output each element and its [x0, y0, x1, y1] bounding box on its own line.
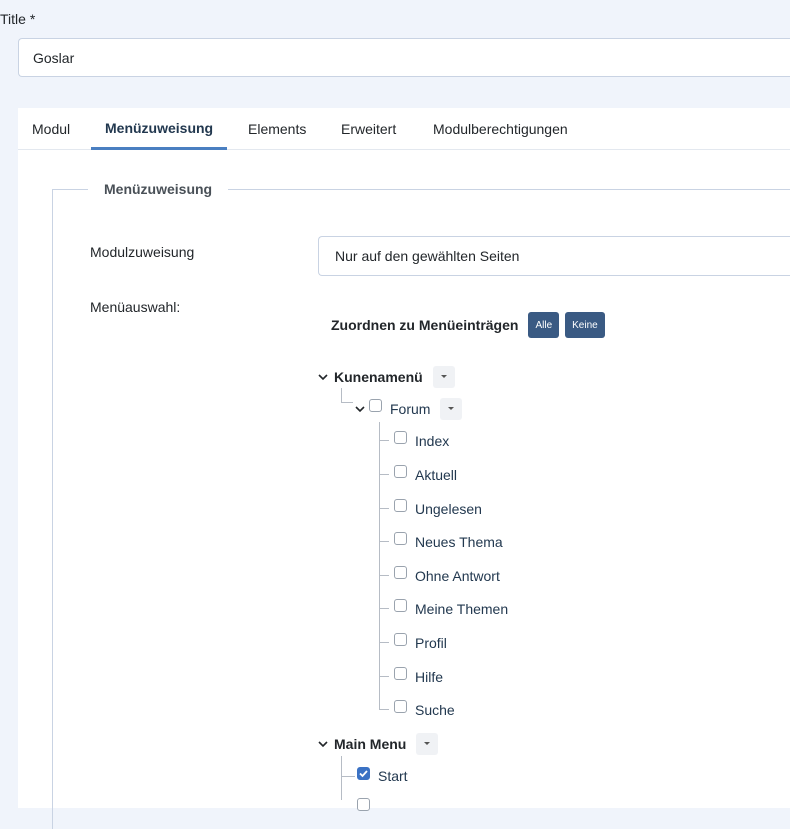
assign-row: Zuordnen zu Menüeinträgen Alle Keine: [331, 312, 605, 338]
menu-item-label: Aktuell: [415, 467, 458, 483]
list-item: Suche: [394, 699, 455, 718]
caret-down-icon: [424, 742, 431, 745]
main-dropdown-button[interactable]: [416, 733, 439, 755]
tab-erweitert[interactable]: Erweitert: [341, 108, 396, 150]
chevron-down-icon[interactable]: [355, 404, 365, 414]
tree-tick: [379, 676, 389, 677]
list-item: Ungelesen: [394, 498, 482, 517]
caret-down-icon: [440, 375, 447, 378]
tree-line-main: [341, 756, 342, 800]
menu-group-main: Main Menu: [318, 733, 439, 755]
tree-tick: [379, 474, 389, 475]
tree-tick: [379, 541, 389, 542]
list-item: Aktuell: [394, 464, 458, 483]
tab-bar: Modul Menüzuweisung Elements Erweitert M…: [18, 108, 790, 150]
select-all-button[interactable]: Alle: [528, 312, 560, 338]
tab-modul[interactable]: Modul: [32, 108, 70, 150]
menu-item-label: Index: [415, 433, 450, 449]
title-value: Goslar: [33, 49, 75, 66]
kunena-dropdown-button[interactable]: [432, 366, 455, 388]
menu-group-kunena: Kunenamenü: [318, 366, 455, 388]
tab-menuzuweisung[interactable]: Menüzuweisung: [91, 108, 228, 150]
menu-item-label: Meine Themen: [415, 601, 509, 617]
menu-group-kunena-name: Kunenamenü: [334, 369, 423, 385]
menu-item-checkbox[interactable]: [394, 531, 407, 545]
menu-item-checkbox[interactable]: [394, 430, 407, 444]
tree-tick-forum: [341, 402, 353, 403]
menu-item-checkbox[interactable]: [394, 464, 407, 478]
list-item: Neues Thema: [394, 531, 503, 550]
assign-title: Zuordnen zu Menüeinträgen: [331, 317, 519, 333]
menu-group-main-name: Main Menu: [334, 736, 407, 752]
menu-selection-label: Menüauswahl:: [90, 299, 181, 315]
menu-item-label: Profil: [415, 635, 447, 651]
tree-tick: [379, 508, 389, 509]
menu-item-label: Hilfe: [415, 669, 444, 685]
fieldset-legend: Menüzuweisung: [88, 181, 229, 197]
tree-tick: [379, 440, 389, 441]
menu-item-label: Neues Thema: [415, 534, 503, 550]
menu-item-checkbox[interactable]: [394, 565, 407, 579]
module-assignment-select[interactable]: Nur auf den gewählten Seiten: [318, 236, 790, 276]
menu-item-label: Start: [378, 768, 408, 784]
forum-checkbox[interactable]: [369, 398, 382, 412]
module-assignment-label: Modulzuweisung: [90, 244, 195, 260]
menu-item-label: Suche: [415, 702, 455, 718]
caret-down-icon: [448, 407, 455, 410]
forum-row: Forum: [355, 398, 463, 420]
title-input[interactable]: Goslar: [18, 38, 790, 77]
tree-tick: [379, 709, 389, 710]
tree-tick: [341, 776, 355, 777]
menu-item-checkbox[interactable]: [394, 498, 407, 512]
list-item: Profil: [394, 632, 447, 651]
tree-line-kunena: [341, 388, 342, 402]
menu-item-checkbox[interactable]: [394, 666, 407, 680]
menu-item-checkbox[interactable]: [394, 699, 407, 713]
forum-label: Forum: [390, 401, 431, 417]
list-item: Meine Themen: [394, 598, 509, 617]
list-item: Ohne Antwort: [394, 565, 500, 584]
menu-item-checkbox[interactable]: [394, 632, 407, 646]
menu-item-checkbox[interactable]: [357, 766, 370, 780]
menu-item-label: Ohne Antwort: [415, 568, 500, 584]
tab-modulberechtigungen[interactable]: Modulberechtigungen: [433, 108, 568, 150]
select-none-button[interactable]: Keine: [565, 312, 605, 338]
menu-item-checkbox[interactable]: [394, 598, 407, 612]
chevron-down-icon[interactable]: [318, 372, 328, 382]
tab-elements[interactable]: Elements: [248, 108, 306, 150]
check-icon: [359, 769, 368, 777]
list-item: Index: [394, 430, 450, 449]
list-item: Hilfe: [394, 666, 444, 685]
module-assignment-value: Nur auf den gewählten Seiten: [335, 248, 520, 264]
menu-item-label: Ungelesen: [415, 501, 482, 517]
list-item: Start: [357, 766, 408, 784]
tree-tick: [379, 608, 389, 609]
title-label: Title *: [0, 11, 36, 27]
tree-tick: [379, 575, 389, 576]
forum-dropdown-button[interactable]: [440, 398, 463, 420]
chevron-down-icon[interactable]: [318, 739, 328, 749]
tree-line-forum: [379, 422, 380, 710]
tree-tick: [379, 642, 389, 643]
